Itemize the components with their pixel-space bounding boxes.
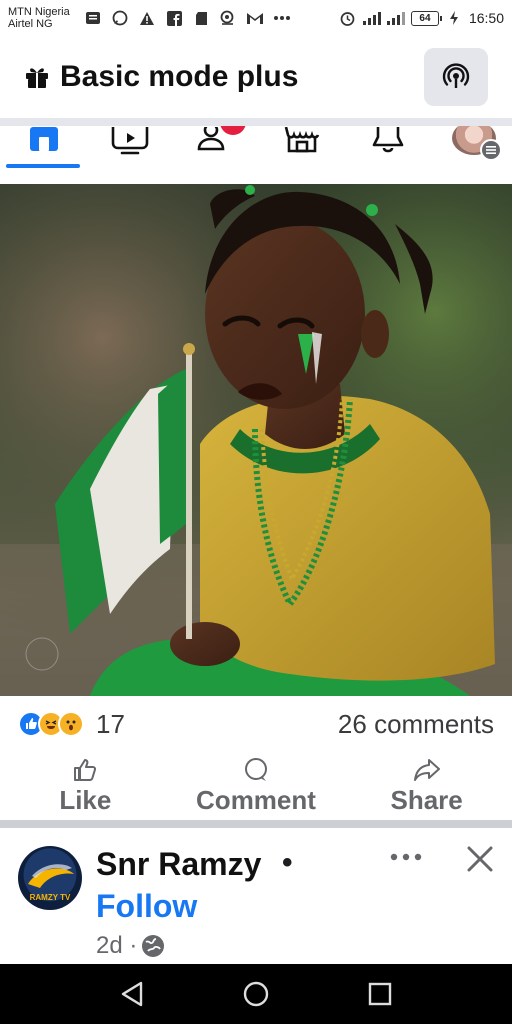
signal-icon <box>386 10 405 26</box>
thumbs-up-icon <box>74 758 97 781</box>
home-circle-icon <box>243 981 269 1007</box>
post-divider <box>0 820 512 828</box>
reactions-summary[interactable]: 17 26 comments <box>18 700 494 748</box>
comment-icon <box>244 757 267 781</box>
whatsapp-icon <box>111 10 129 26</box>
home-icon <box>30 127 58 151</box>
recents-icon <box>368 982 392 1006</box>
like-label: Like <box>59 784 112 815</box>
marketplace-icon <box>284 127 320 153</box>
follow-button[interactable]: Follow <box>96 888 197 925</box>
status-bar: MTN Nigeria Airtel NG 64 16:50 <box>0 0 512 36</box>
tab-marketplace[interactable] <box>280 127 324 167</box>
tab-bar <box>0 126 512 168</box>
tab-video[interactable] <box>108 127 152 167</box>
charging-icon <box>445 10 463 26</box>
alarm-icon <box>339 10 357 26</box>
share-label: Share <box>390 784 463 815</box>
carrier-info: MTN Nigeria Airtel NG <box>8 6 76 30</box>
post-caption-strip <box>0 168 512 184</box>
comment-button[interactable]: Comment <box>181 757 331 816</box>
tab-notifications[interactable] <box>366 127 410 167</box>
message-icon <box>84 10 102 26</box>
tab-profile[interactable] <box>452 126 502 167</box>
bell-icon <box>372 127 404 153</box>
warning-icon <box>138 10 156 26</box>
next-post-header: RAMZY TV Snr Ramzy • Follow 2d · <box>0 828 512 964</box>
gmail-icon <box>246 10 264 26</box>
home-button[interactable] <box>236 974 276 1014</box>
header-divider <box>0 118 512 126</box>
comments-count[interactable]: 26 comments <box>338 709 494 740</box>
snapchat-icon <box>219 10 237 26</box>
more-options-button[interactable] <box>384 842 428 872</box>
page-title: Basic mode plus <box>60 60 299 93</box>
reaction-count: 17 <box>96 708 125 739</box>
signal-icon <box>362 10 381 26</box>
close-button[interactable] <box>458 842 502 876</box>
sd-card-icon <box>192 10 210 26</box>
carrier-mtn: MTN Nigeria <box>8 6 70 18</box>
gift-icon <box>26 68 48 88</box>
status-right: 64 16:50 <box>339 10 504 26</box>
avatar <box>452 126 502 161</box>
author-name[interactable]: Snr Ramzy <box>96 846 261 883</box>
comment-label: Comment <box>196 784 316 815</box>
more-dots-icon <box>273 10 291 26</box>
page-avatar[interactable]: RAMZY TV <box>18 846 82 910</box>
like-button[interactable]: Like <box>10 757 160 816</box>
battery-icon: 64 <box>410 10 442 26</box>
video-icon <box>111 127 149 155</box>
recents-button[interactable] <box>360 974 400 1014</box>
back-icon <box>121 981 143 1007</box>
post-actions: Like Comment Share <box>0 752 512 820</box>
wow-reaction-icon <box>58 711 84 737</box>
timestamp-text: 2d · <box>96 932 138 959</box>
app-header: Basic mode plus <box>0 36 512 118</box>
reaction-icons <box>18 711 84 737</box>
close-icon <box>467 846 493 872</box>
clock: 16:50 <box>468 10 504 26</box>
avatar-label: RAMZY TV <box>29 893 71 902</box>
more-dots-icon <box>390 853 422 861</box>
share-icon <box>413 758 440 781</box>
notification-icons <box>84 10 291 26</box>
post-image[interactable] <box>0 184 512 696</box>
post-photo <box>0 184 512 696</box>
carrier-airtel: Airtel NG <box>8 18 53 30</box>
broadcast-icon <box>442 63 470 88</box>
menu-icon <box>480 139 502 161</box>
separator-dot: • <box>282 846 293 879</box>
back-button[interactable] <box>112 974 152 1014</box>
facebook-icon <box>165 10 183 26</box>
share-button[interactable]: Share <box>352 757 502 816</box>
post-timestamp: 2d · <box>96 932 165 960</box>
system-nav-bar <box>0 964 512 1024</box>
broadcast-button[interactable] <box>424 48 488 106</box>
tab-home[interactable] <box>22 127 66 167</box>
globe-icon <box>142 935 165 957</box>
tab-friends[interactable] <box>194 126 246 167</box>
